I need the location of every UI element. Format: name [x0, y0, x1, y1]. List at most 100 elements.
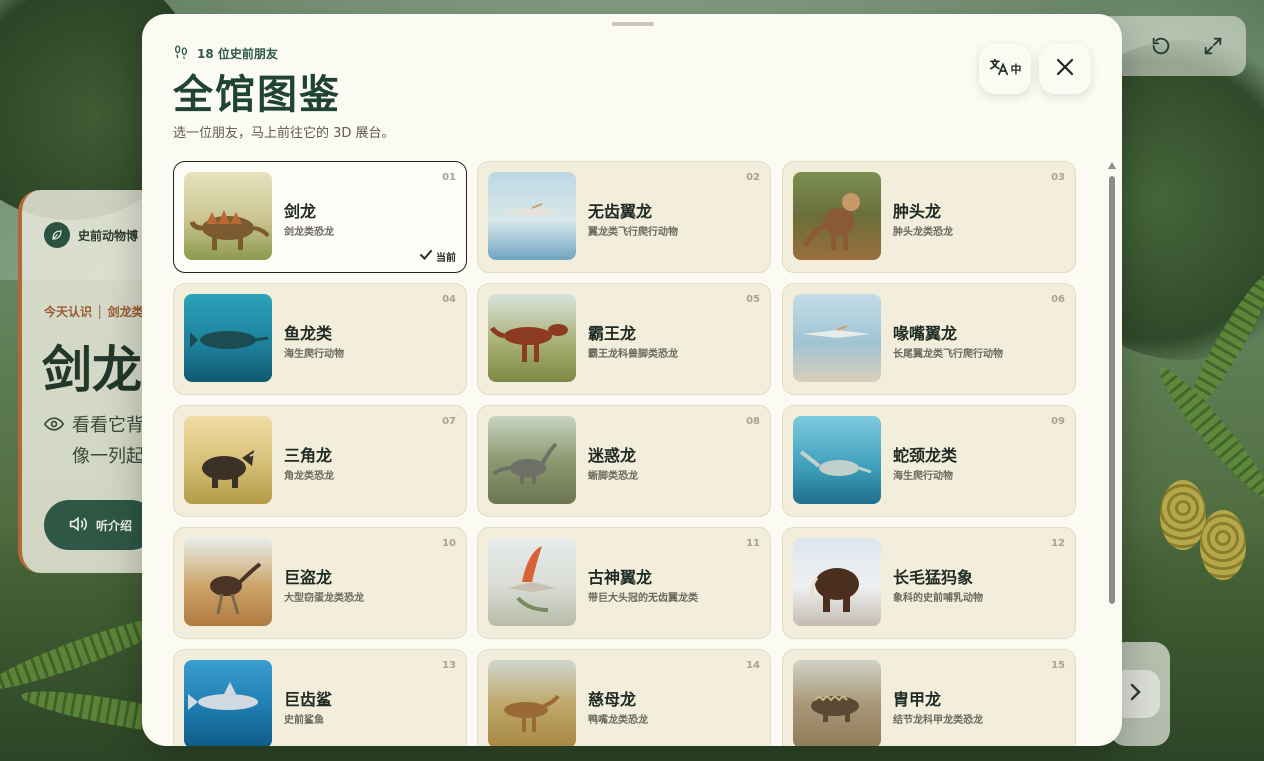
animal-name: 胄甲龙	[893, 690, 942, 709]
animal-thumbnail	[793, 172, 881, 260]
animal-thumbnail	[184, 416, 272, 504]
animal-number: 08	[746, 416, 760, 427]
animal-name: 无齿翼龙	[588, 202, 653, 221]
gallery-modal: 18 位史前朋友 全馆图鉴 选一位朋友，马上前往它的 3D 展台。 中 01 剑龙…	[142, 14, 1122, 746]
scrollbar-thumb[interactable]	[1109, 176, 1115, 604]
animal-thumbnail	[184, 172, 272, 260]
modal-subtitle: 选一位朋友，马上前往它的 3D 展台。	[173, 126, 395, 141]
animal-name: 长毛猛犸象	[893, 568, 974, 587]
friend-count: 18 位史前朋友	[173, 44, 278, 63]
animal-name: 剑龙	[284, 202, 317, 221]
animal-thumbnail	[184, 538, 272, 626]
animal-card[interactable]: 12 长毛猛犸象象科的史前哺乳动物	[782, 527, 1076, 639]
animal-name: 蛇颈龙类	[893, 446, 958, 465]
animal-name: 古神翼龙	[588, 568, 653, 587]
chevron-right-icon	[1128, 683, 1142, 705]
fullscreen-icon[interactable]	[1198, 31, 1228, 61]
close-icon	[1056, 58, 1074, 80]
animal-card[interactable]: 06 喙嘴翼龙长尾翼龙类飞行爬行动物	[782, 283, 1076, 395]
animal-type: 大型窃蛋龙类恐龙	[284, 593, 364, 604]
animal-description: 看看它背 像一列起	[43, 410, 144, 472]
animal-thumbnail	[184, 660, 272, 746]
animal-number: 15	[1051, 660, 1065, 671]
animal-card[interactable]: 14 慈母龙鸭嘴龙类恐龙	[477, 649, 771, 746]
animal-number: 05	[746, 294, 760, 305]
animal-card[interactable]: 07 三角龙 角龙类恐龙	[173, 405, 467, 517]
animal-type: 长尾翼龙类飞行爬行动物	[893, 349, 1003, 360]
animal-name: 三角龙	[284, 446, 333, 465]
leaf-icon	[44, 222, 70, 248]
animal-number: 04	[442, 294, 456, 305]
animal-card[interactable]: 10 巨盗龙大型窃蛋龙类恐龙	[173, 527, 467, 639]
animal-grid: 01 剑龙剑龙类恐龙当前 02 无齿翼龙翼龙类飞行爬行动物 03 肿头龙肿头龙类恐龙 04 鱼…	[173, 161, 1077, 746]
animal-number: 10	[442, 538, 456, 549]
close-button[interactable]	[1039, 44, 1091, 94]
modal-title: 全馆图鉴	[173, 71, 341, 118]
animal-card[interactable]: 11 古神翼龙带巨大头冠的无齿翼龙类	[477, 527, 771, 639]
animal-card[interactable]: 09 蛇颈龙类海生爬行动物	[782, 405, 1076, 517]
animal-card[interactable]: 04 鱼龙类海生爬行动物	[173, 283, 467, 395]
museum-label: 史前动物博	[44, 222, 138, 248]
listen-button[interactable]: 听介绍	[44, 500, 156, 550]
animal-card[interactable]: 01 剑龙剑龙类恐龙当前	[173, 161, 467, 273]
animal-type: 角龙类恐龙	[284, 471, 334, 482]
drag-handle[interactable]	[612, 22, 654, 26]
animal-type: 海生爬行动物	[893, 471, 953, 482]
animal-type: 翼龙类飞行爬行动物	[588, 227, 678, 238]
animal-thumbnail	[793, 538, 881, 626]
animal-name: 喙嘴翼龙	[893, 324, 958, 343]
reset-icon[interactable]	[1146, 31, 1176, 61]
speaker-icon	[68, 515, 88, 536]
animal-card[interactable]: 15 胄甲龙结节龙科甲龙类恐龙	[782, 649, 1076, 746]
animal-name: 巨盗龙	[284, 568, 333, 587]
animal-thumbnail	[488, 538, 576, 626]
animal-card[interactable]: 05 霸王龙霸王龙科兽脚类恐龙	[477, 283, 771, 395]
animal-number: 06	[1051, 294, 1065, 305]
animal-type: 霸王龙科兽脚类恐龙	[588, 349, 678, 360]
translate-icon	[989, 58, 1009, 80]
scrollbar[interactable]	[1108, 162, 1116, 746]
animal-thumbnail	[488, 294, 576, 382]
eye-icon	[43, 410, 65, 441]
animal-type: 带巨大头冠的无齿翼龙类	[588, 593, 698, 604]
animal-thumbnail	[488, 660, 576, 746]
animal-card[interactable]: 03 肿头龙肿头龙类恐龙	[782, 161, 1076, 273]
animal-thumbnail	[488, 172, 576, 260]
animal-name: 巨齿鲨	[284, 690, 333, 709]
animal-number: 01	[442, 172, 456, 183]
animal-thumbnail	[793, 416, 881, 504]
animal-number: 02	[746, 172, 760, 183]
language-label: 中	[1010, 63, 1022, 76]
language-button[interactable]: 中	[979, 44, 1031, 94]
animal-type: 剑龙类恐龙	[284, 227, 334, 238]
animal-name: 鱼龙类	[284, 324, 333, 343]
animal-type: 肿头龙类恐龙	[893, 227, 953, 238]
animal-type: 结节龙科甲龙类恐龙	[893, 715, 983, 726]
animal-type: 史前鲨鱼	[284, 715, 324, 726]
animal-name: 霸王龙	[588, 324, 637, 343]
animal-name: 慈母龙	[588, 690, 637, 709]
animal-thumbnail	[488, 416, 576, 504]
animal-number: 09	[1051, 416, 1065, 427]
animal-number: 03	[1051, 172, 1065, 183]
animal-number: 13	[442, 660, 456, 671]
animal-card[interactable]: 08 迷惑龙 蜥脚类恐龙	[477, 405, 771, 517]
animal-card[interactable]: 02 无齿翼龙翼龙类飞行爬行动物	[477, 161, 771, 273]
animal-type: 海生爬行动物	[284, 349, 344, 360]
animal-number: 14	[746, 660, 760, 671]
today-label: 今天认识 │ 剑龙类	[44, 305, 144, 319]
animal-name: 肿头龙	[893, 202, 942, 221]
animal-type: 鸭嘴龙类恐龙	[588, 715, 648, 726]
animal-number: 11	[746, 538, 760, 549]
current-animal-name: 剑龙	[42, 340, 142, 399]
check-icon	[420, 250, 432, 263]
animal-thumbnail	[184, 294, 272, 382]
animal-thumbnail	[793, 294, 881, 382]
animal-thumbnail	[793, 660, 881, 746]
animal-type: 象科的史前哺乳动物	[893, 593, 983, 604]
scroll-up-arrow[interactable]	[1108, 162, 1116, 169]
current-badge: 当前	[420, 249, 456, 264]
animal-card[interactable]: 13 巨齿鲨史前鲨鱼	[173, 649, 467, 746]
animal-number: 12	[1051, 538, 1065, 549]
footprints-icon	[173, 44, 189, 63]
